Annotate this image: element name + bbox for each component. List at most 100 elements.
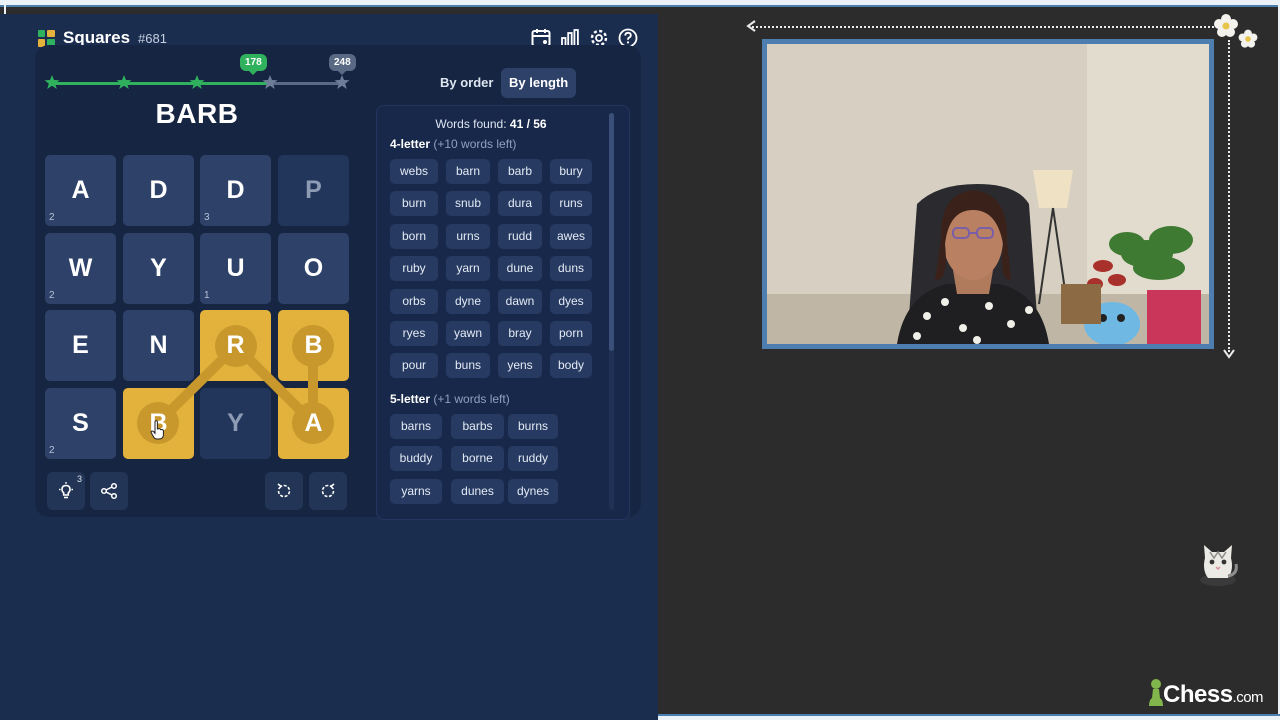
word-chip[interactable]: dawn [498,288,542,314]
letter-tile[interactable]: W2 [45,233,116,304]
word-chip[interactable]: buddy [390,446,442,472]
lightbulb-icon [59,482,73,499]
letter-tile[interactable]: Y [123,233,194,304]
tile-letter: A [71,176,90,204]
word-chip[interactable]: dune [498,256,542,282]
word-chip[interactable]: born [390,223,438,249]
words-found: Words found: 41 / 56 [376,117,606,131]
word-chip[interactable]: snub [446,191,490,217]
word-chip[interactable]: borne [451,446,504,472]
word-chip[interactable]: dura [498,191,542,217]
word-chip[interactable]: barbs [451,414,504,439]
section-note: (+10 words left) [433,137,517,151]
rotate-left-icon [277,483,291,498]
tile-letter: A [304,409,323,437]
current-word: BARB [155,98,239,129]
word-chip[interactable]: rudd [498,223,542,249]
word-chip[interactable]: webs [390,159,438,184]
cat-sticker-icon [1200,545,1238,586]
max-score-badge: 248 [329,54,356,75]
tile-letter: E [72,331,89,359]
tab-by-length[interactable]: By length [501,68,577,98]
section-note: (+1 words left) [433,392,510,406]
word-chip[interactable]: dynes [508,478,558,504]
brand-name: Chess [1163,681,1233,708]
tile-letter: S [72,409,89,437]
letter-tile[interactable]: A2 [45,155,116,226]
scrollbar-thumb[interactable] [609,113,614,351]
section-5-letter: 5-letter (+1 words left) [390,392,510,406]
word-chip[interactable]: yarns [390,478,442,504]
word-chip[interactable]: bury [550,159,592,184]
word-chip[interactable]: yarn [446,256,490,282]
tile-letter: Y [150,254,167,282]
word-chip[interactable]: barns [390,414,442,439]
letter-tile[interactable]: U1 [200,233,271,304]
rotate-right-button[interactable] [309,472,347,510]
word-chip[interactable]: ryes [390,321,438,346]
star-icon [44,75,60,89]
tile-count: 1 [204,290,210,301]
arrow-down-icon [1223,349,1235,359]
letter-tile[interactable]: S2 [45,388,116,459]
word-chip[interactable]: yens [498,353,542,379]
letter-tile[interactable]: D3 [200,155,271,226]
brand-suffix: .com [1232,689,1264,706]
letter-tile[interactable]: N [123,310,194,381]
progress-bar-filled [52,82,270,85]
word-chip[interactable]: buns [446,353,490,379]
word-chip[interactable]: ruby [390,256,438,282]
flower-icon [1238,29,1258,48]
tile-count: 2 [49,212,55,223]
word-chip[interactable]: awes [550,223,592,249]
word-chip[interactable]: orbs [390,288,438,314]
words-found-label: Words found: [435,117,507,131]
word-chip[interactable]: burns [508,414,558,439]
tile-letter: W [68,254,93,282]
section-title: 4-letter [390,137,431,151]
word-chip[interactable]: porn [550,321,592,346]
tile-count: 2 [49,290,55,301]
stream-frame-tick [4,0,6,14]
puzzle-number: #681 [138,31,167,46]
letter-tile-used[interactable]: Y [200,388,271,459]
tab-by-order[interactable]: By order [432,68,501,98]
letter-tile[interactable]: D [123,155,194,226]
word-chip[interactable]: burn [390,191,438,217]
word-chip[interactable]: urns [446,223,490,249]
word-chip[interactable]: ruddy [508,446,558,472]
letter-tile-used[interactable]: P [278,155,349,226]
word-chip[interactable]: runs [550,191,592,217]
hint-count: 3 [77,474,83,484]
word-chip[interactable]: pour [390,353,438,379]
star-icon [334,75,350,89]
word-chip[interactable]: dunes [451,478,504,504]
star-icon [189,75,205,89]
word-chip[interactable]: yawn [446,321,490,346]
tile-letter: N [149,331,168,359]
rotate-left-button[interactable] [265,472,303,510]
tile-letter: P [305,176,322,204]
hand-cursor-icon [150,420,164,440]
word-chip[interactable]: barn [446,159,490,184]
tile-letter: D [149,176,168,204]
letter-tile[interactable]: E [45,310,116,381]
word-chip[interactable]: duns [550,256,592,282]
arrow-left-icon [746,20,756,32]
word-chip[interactable]: dyes [550,288,592,314]
tile-letter: B [304,331,323,359]
dotted-arrow-line [752,26,1226,28]
letter-tile[interactable]: O [278,233,349,304]
tile-letter: R [226,331,245,359]
stream-frame-bottom [658,714,1280,720]
word-chip[interactable]: bray [498,321,542,346]
word-chip[interactable]: barb [498,159,542,184]
word-chip[interactable]: dyne [446,288,490,314]
word-chip[interactable]: body [550,353,592,379]
share-button[interactable] [90,472,128,510]
tile-letter: U [226,254,245,282]
stream-frame-accent [0,5,1280,7]
pawn-icon [1149,679,1163,706]
tile-letter: D [226,176,245,204]
rotate-right-icon [321,483,335,498]
